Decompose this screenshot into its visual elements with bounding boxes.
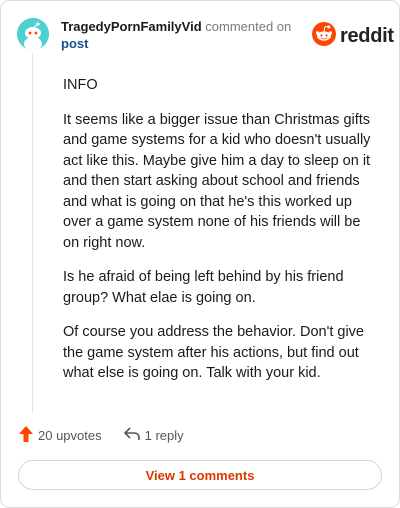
reddit-wordmark: reddit [340,25,394,47]
upvote-arrow-icon [19,426,33,445]
comment-body: INFO It seems like a bigger issue than C… [63,75,379,398]
upvote-count: 20 upvotes [38,428,102,443]
reply-count: 1 reply [144,428,184,443]
comment-paragraph: INFO [63,77,98,93]
reddit-logo-icon [312,22,336,51]
comment-header: TragedyPornFamilyVid commented on post [61,18,301,52]
thread-line [32,53,33,413]
action-text: commented on [205,19,292,34]
view-comments-button[interactable]: View 1 comments [18,460,382,490]
reddit-logo: reddit [312,22,394,51]
comment-paragraph: It seems like a bigger issue than Christ… [63,111,371,251]
comment-paragraph: Of course you address the behavior. Don'… [63,324,364,381]
snoo-avatar-icon[interactable] [17,18,49,50]
reply-arrow-icon [123,427,140,444]
reply-button[interactable]: 1 reply [123,427,184,444]
upvote-button[interactable]: 20 upvotes [19,426,102,445]
post-link[interactable]: post [61,36,88,51]
comment-card: TragedyPornFamilyVid commented on post r… [0,0,400,508]
username[interactable]: TragedyPornFamilyVid [61,19,202,34]
comment-paragraph: Is he afraid of being left behind by his… [63,269,344,306]
comment-actions: 20 upvotes 1 reply [19,426,184,445]
